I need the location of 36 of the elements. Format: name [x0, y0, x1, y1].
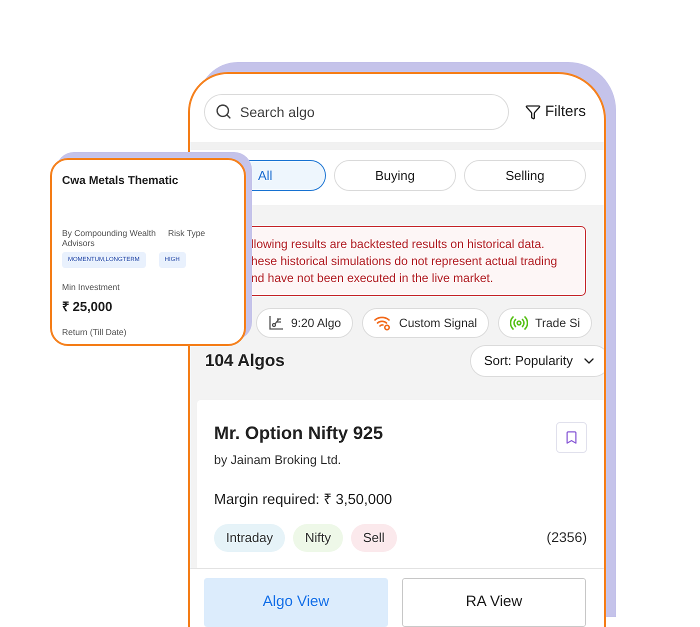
view-tab[interactable]: RA View: [402, 578, 586, 627]
strategy-title: Cwa Metals Thematic: [62, 174, 180, 189]
algo-tag: Sell: [350, 524, 397, 552]
wifi-gear-icon: [374, 315, 392, 331]
strategy-chip[interactable]: 9:20 Algo: [256, 308, 354, 338]
bookmark-button[interactable]: [556, 422, 587, 453]
search-icon: [215, 103, 232, 120]
margin-text: Margin required: ₹ 3,50,000: [214, 490, 394, 510]
min-investment-value: ₹ 25,000: [62, 298, 114, 316]
disclaimer-text: llowing results are backtested results on historical data.: [251, 236, 546, 253]
disclaimer-text: hese historical simulations do not represent actual trading: [251, 253, 558, 270]
algo-title: Mr. Option Nifty 925: [214, 422, 384, 445]
risk-type-label: Risk Type: [168, 228, 206, 240]
filter-icon: [525, 104, 541, 120]
review-count: (2356): [546, 528, 587, 547]
sort-dropdown[interactable]: Sort: Popularity: [470, 345, 604, 377]
strategy-chip[interactable]: Custom Signal: [362, 308, 490, 338]
disclaimer-text: nd have not been executed in the live market.: [251, 270, 494, 287]
algo-count: 104 Algos: [205, 350, 285, 372]
search-field[interactable]: Search algo: [204, 94, 509, 130]
bookmark-icon: [564, 430, 579, 445]
filters-button[interactable]: Filters: [525, 100, 586, 124]
filter-tab[interactable]: Buying: [334, 160, 456, 191]
algo-tag: Intraday: [214, 524, 285, 552]
return-label: Return (Till Date): [62, 326, 128, 338]
chart-icon: [268, 315, 284, 331]
filter-tab[interactable]: Selling: [464, 160, 586, 191]
algo-card[interactable]: Mr. Option Nifty 925 by Jainam Broking Ltd. Margin required: ₹ 3,50,000 Intraday Nifty Sell (2356): [197, 400, 604, 568]
strategy-chip[interactable]: Trade Si: [498, 308, 592, 338]
broadcast-icon: [510, 315, 528, 331]
algo-tag: Nifty: [292, 524, 343, 552]
min-investment-label: Min Investment: [62, 281, 121, 294]
algo-provider: by Jainam Broking Ltd.: [214, 452, 342, 469]
filter-tab[interactable]: All: [247, 160, 326, 191]
view-tab[interactable]: Algo View: [204, 578, 388, 627]
provider-text: By Compounding Wealth Advisors: [62, 228, 157, 248]
